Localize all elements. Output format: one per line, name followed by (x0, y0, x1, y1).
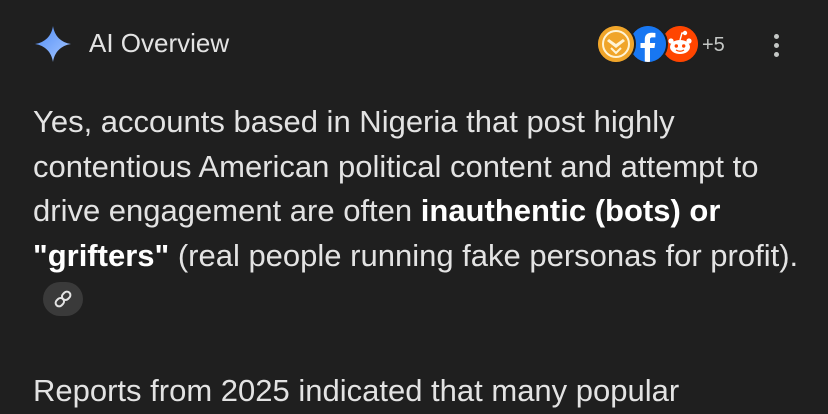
kebab-dot (774, 43, 779, 48)
link-icon[interactable] (43, 282, 83, 316)
more-vert-icon[interactable] (770, 32, 784, 60)
ai-overview-header: AI Overview +5 (0, 0, 828, 90)
ai-overview-title: AI Overview (89, 28, 230, 58)
kebab-dot (774, 52, 779, 57)
gold-emblem-source-icon[interactable] (596, 24, 636, 64)
gemini-sparkle-icon (33, 24, 73, 64)
more-sources-count[interactable]: +5 (702, 33, 725, 57)
overview-paragraph-1: Yes, accounts based in Nigeria that post… (33, 100, 803, 323)
paragraph-text: (real people running fake personas for p… (169, 237, 799, 273)
kebab-dot (774, 34, 779, 39)
